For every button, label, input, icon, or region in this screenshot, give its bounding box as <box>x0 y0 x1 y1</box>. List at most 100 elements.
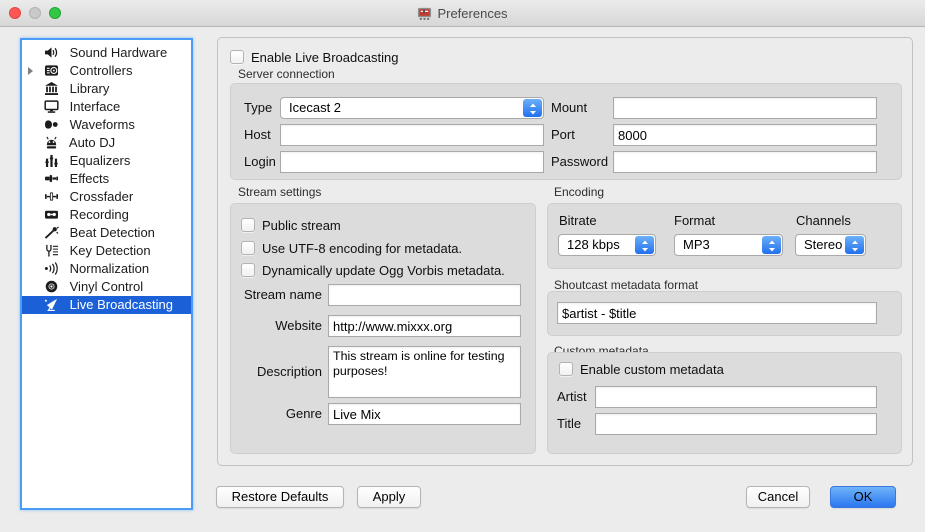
window-title-text: Preferences <box>437 6 507 21</box>
sidebar-item-equalizers[interactable]: Equalizers <box>22 152 191 170</box>
website-input[interactable] <box>328 315 521 337</box>
sidebar-item-library[interactable]: Library <box>22 80 191 98</box>
live-broadcasting-pane: Enable Live Broadcasting Server connecti… <box>217 37 913 466</box>
enable-custom-metadata-checkbox[interactable] <box>559 362 573 376</box>
preferences-window: Preferences Sound Hardware Controllers L… <box>0 0 925 532</box>
bitrate-combobox[interactable]: 128 kbps <box>558 234 656 256</box>
ogg-vorbis-metadata-checkbox[interactable] <box>241 263 255 277</box>
sidebar-item-label: Normalization <box>70 261 149 276</box>
port-label: Port <box>551 124 575 146</box>
sidebar-item-effects[interactable]: Effects <box>22 170 191 188</box>
vinyl-icon <box>44 280 59 293</box>
sidebar-item-label: Key Detection <box>70 243 151 258</box>
speaker-icon <box>44 46 59 59</box>
artist-input[interactable] <box>595 386 877 408</box>
combobox-stepper-icon <box>635 236 654 254</box>
ogg-vorbis-metadata-label: Dynamically update Ogg Vorbis metadata. <box>262 262 505 279</box>
title-bar: Preferences <box>0 0 925 27</box>
format-label: Format <box>674 210 715 232</box>
format-combobox-value: MP3 <box>683 235 760 255</box>
channels-combobox[interactable]: Stereo <box>795 234 866 256</box>
utf8-metadata-checkbox[interactable] <box>241 241 255 255</box>
description-label: Description <box>224 361 322 383</box>
description-textarea[interactable]: This stream is online for testing purpos… <box>328 346 521 398</box>
shoutcast-format-input[interactable] <box>557 302 877 324</box>
equalizer-icon <box>44 154 59 167</box>
genre-input[interactable] <box>328 403 521 425</box>
sidebar-item-crossfader[interactable]: Crossfader <box>22 188 191 206</box>
sidebar-item-label: Crossfader <box>70 189 134 204</box>
combobox-stepper-icon <box>523 99 542 117</box>
host-label: Host <box>244 124 271 146</box>
artist-label: Artist <box>557 386 587 408</box>
sidebar-item-label: Waveforms <box>70 117 135 132</box>
monitor-icon <box>44 100 59 113</box>
sidebar-item-sound-hardware[interactable]: Sound Hardware <box>22 44 191 62</box>
sidebar-item-key-detection[interactable]: Key Detection <box>22 242 191 260</box>
sidebar-item-label: Interface <box>70 99 121 114</box>
sidebar-item-label: Equalizers <box>70 153 131 168</box>
combobox-stepper-icon <box>845 236 864 254</box>
sound-waves-icon <box>44 262 59 275</box>
sidebar-item-label: Recording <box>70 207 129 222</box>
sidebar-item-waveforms[interactable]: Waveforms <box>22 116 191 134</box>
type-combobox[interactable]: Icecast 2 <box>280 97 544 119</box>
library-icon <box>44 82 59 95</box>
login-input[interactable] <box>280 151 544 173</box>
sidebar-item-label: Sound Hardware <box>70 45 168 60</box>
channels-label: Channels <box>796 210 851 232</box>
genre-label: Genre <box>224 403 322 425</box>
effects-icon <box>44 172 59 185</box>
combobox-stepper-icon <box>762 236 781 254</box>
format-combobox[interactable]: MP3 <box>674 234 783 256</box>
sidebar-item-interface[interactable]: Interface <box>22 98 191 116</box>
enable-live-broadcasting-checkbox[interactable] <box>230 50 244 64</box>
title-label: Title <box>557 413 581 435</box>
website-label: Website <box>224 315 322 337</box>
password-label: Password <box>551 151 608 173</box>
sidebar-item-label: Controllers <box>70 63 133 78</box>
ok-button[interactable]: OK <box>830 486 896 508</box>
cancel-button[interactable]: Cancel <box>746 486 810 508</box>
sidebar-item-label: Library <box>70 81 110 96</box>
controller-icon <box>44 64 59 77</box>
port-input[interactable] <box>613 124 877 146</box>
sidebar-item-label: Auto DJ <box>69 135 115 150</box>
tuning-fork-icon <box>44 244 59 257</box>
enable-custom-metadata-label: Enable custom metadata <box>580 361 724 378</box>
restore-defaults-button[interactable]: Restore Defaults <box>216 486 344 508</box>
waveform-icon <box>44 118 59 131</box>
encoding-group-title: Encoding <box>554 185 604 199</box>
password-input[interactable] <box>613 151 877 173</box>
mount-input[interactable] <box>613 97 877 119</box>
stream-name-input[interactable] <box>328 284 521 306</box>
server-connection-group-title: Server connection <box>238 67 335 81</box>
bitrate-combobox-value: 128 kbps <box>567 235 633 255</box>
window-title: Preferences <box>0 0 925 27</box>
sidebar-item-vinyl-control[interactable]: Vinyl Control <box>22 278 191 296</box>
sidebar-item-normalization[interactable]: Normalization <box>22 260 191 278</box>
satellite-dish-icon <box>44 298 59 311</box>
preferences-category-list: Sound Hardware Controllers Library Inter… <box>20 38 193 510</box>
beat-icon <box>44 226 59 239</box>
sidebar-item-beat-detection[interactable]: Beat Detection <box>22 224 191 242</box>
sidebar-item-controllers[interactable]: Controllers <box>22 62 191 80</box>
stream-name-label: Stream name <box>224 284 322 306</box>
type-combobox-value: Icecast 2 <box>289 98 521 118</box>
host-input[interactable] <box>280 124 544 146</box>
bitrate-label: Bitrate <box>559 210 597 232</box>
public-stream-label: Public stream <box>262 217 341 234</box>
crossfader-icon <box>44 190 59 203</box>
public-stream-checkbox[interactable] <box>241 218 255 232</box>
sidebar-item-live-broadcasting[interactable]: Live Broadcasting <box>22 296 191 314</box>
apply-button[interactable]: Apply <box>357 486 421 508</box>
cassette-icon <box>44 208 59 221</box>
title-input[interactable] <box>595 413 877 435</box>
sidebar-item-auto-dj[interactable]: Auto DJ <box>22 134 191 152</box>
sidebar-item-recording[interactable]: Recording <box>22 206 191 224</box>
type-label: Type <box>244 97 272 119</box>
mount-label: Mount <box>551 97 587 119</box>
sidebar-item-label: Vinyl Control <box>70 279 143 294</box>
enable-live-broadcasting-label: Enable Live Broadcasting <box>251 49 398 66</box>
disclosure-triangle-icon[interactable] <box>28 67 33 75</box>
